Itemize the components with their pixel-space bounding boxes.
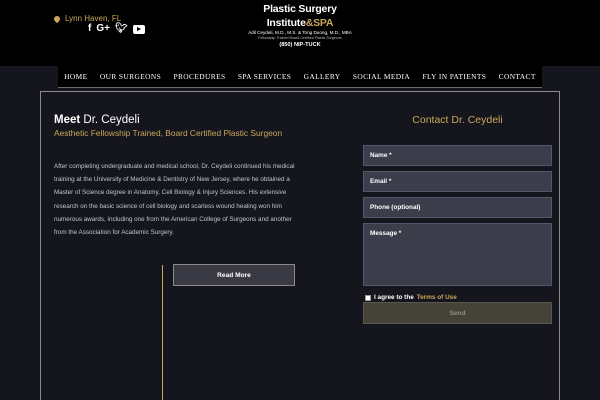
site-logo[interactable]: Plastic Surgery Institute&SPA Adil Ceyde… [232,2,368,48]
name-field[interactable]: Name * [363,145,552,166]
message-field[interactable]: Message * [363,223,552,286]
location-text: Lynn Haven, FL [65,14,122,23]
nav-social-media[interactable]: SOCIAL MEDIA [353,72,410,81]
nav-our-surgeons[interactable]: OUR SURGEONS [100,72,161,81]
logo-title: Plastic Surgery Institute&SPA [263,3,337,29]
youtube-icon[interactable] [132,24,145,34]
site-header: Lynn Haven, FL f G+ 🐦︎ Plastic Surgery I… [0,0,600,66]
nav-procedures[interactable]: PROCEDURES [173,72,225,81]
map-pin-icon [52,14,62,23]
facebook-icon[interactable]: f [88,23,91,35]
nav-gallery[interactable]: GALLERY [304,72,341,81]
nav-spa-services[interactable]: SPA SERVICES [238,72,291,81]
agree-label: I agree to the [374,294,414,301]
google-plus-icon[interactable]: G+ [96,23,110,35]
terms-checkbox[interactable] [365,294,371,301]
nav-fly-in-patients[interactable]: FLY IN PATIENTS [422,72,486,81]
phone-field[interactable]: Phone (optional) [363,197,552,218]
location[interactable]: Lynn Haven, FL [52,14,122,23]
gold-divider-line [162,265,163,400]
nav-contact[interactable]: CONTACT [499,72,536,81]
nav-home[interactable]: HOME [64,72,87,81]
send-button[interactable]: Send [363,302,552,324]
terms-agreement: I agree to the Terms of Use [365,294,457,301]
terms-link[interactable]: Terms of Use [417,294,457,301]
surgeon-subtitle: Aesthetic Fellowship Trained, Board Cert… [54,128,283,138]
surgeon-bio: After completing undergraduate and medic… [54,163,295,237]
email-field[interactable]: Email * [363,171,552,192]
logo-phone: (850) NIP-TUCK [279,42,321,48]
read-more-button[interactable]: Read More [173,264,295,286]
meet-heading: Meet Dr. Ceydeli [54,114,140,126]
social-links: f G+ 🐦︎ [88,23,145,35]
contact-heading: Contact Dr. Ceydeli [412,114,503,126]
main-nav: HOME OUR SURGEONS PROCEDURES SPA SERVICE… [58,66,542,88]
twitter-icon[interactable]: 🐦︎ [115,23,128,35]
